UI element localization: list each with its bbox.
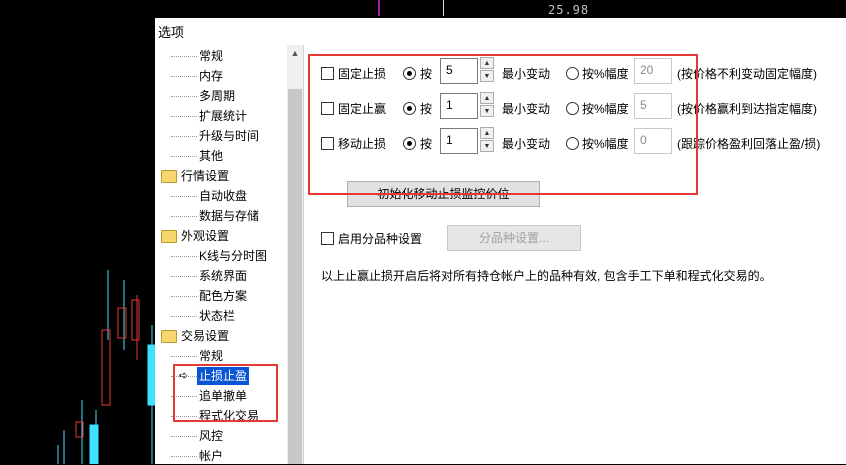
tree-item[interactable]: 自动收盘 xyxy=(157,187,285,205)
dialog-title: 选项 xyxy=(158,25,185,40)
stop-description: (按价格不利变动固定幅度) xyxy=(677,67,817,81)
price-label: 25.98 xyxy=(548,3,590,17)
tree-item[interactable]: 常规 xyxy=(157,47,285,65)
tree-item-label: K线与分时图 xyxy=(199,249,268,263)
tree-item-label: 常规 xyxy=(199,349,224,363)
tree-connector xyxy=(171,76,197,78)
tree-connector xyxy=(171,156,197,158)
candle-body xyxy=(117,307,127,339)
scroll-thumb[interactable] xyxy=(288,89,302,464)
tree-item[interactable]: 外观设置 xyxy=(157,227,285,245)
tree-connector xyxy=(171,296,197,298)
tree-item[interactable]: 交易设置 xyxy=(157,327,285,345)
candlestick-chart-background xyxy=(57,270,155,464)
candle-body xyxy=(101,329,111,406)
tree-item[interactable]: 扩展统计 xyxy=(157,107,285,125)
stop-description: (按价格赢利到达指定幅度) xyxy=(677,102,817,116)
tree-connector xyxy=(171,356,197,358)
dialog-titlebar: 选项 xyxy=(155,18,846,42)
tree-connector xyxy=(171,56,197,58)
tree-connector xyxy=(171,196,197,198)
tree-item[interactable]: 升级与时间 xyxy=(157,127,285,145)
tree-connector xyxy=(171,116,197,118)
tree-item-label: 行情设置 xyxy=(181,169,230,183)
chart-marker-line xyxy=(378,0,380,16)
tree-item[interactable]: 状态栏 xyxy=(157,307,285,325)
tree-item-label: 交易设置 xyxy=(181,329,230,343)
tree-connector xyxy=(171,216,197,218)
highlight-box-stop-settings xyxy=(308,54,698,195)
candle-body xyxy=(131,299,140,341)
tree-item[interactable]: 多周期 xyxy=(157,87,285,105)
folder-icon xyxy=(161,230,177,243)
tree-connector xyxy=(171,256,197,258)
tree-item-label: 扩展统计 xyxy=(199,109,248,123)
split-setting-label: 启用分品种设置 xyxy=(338,232,423,246)
highlight-box-tree-selection xyxy=(173,364,278,422)
folder-icon xyxy=(161,170,177,183)
tree-item-label: 状态栏 xyxy=(199,309,236,323)
tree-item[interactable]: 数据与存储 xyxy=(157,207,285,225)
split-setting-checkbox[interactable] xyxy=(321,232,334,245)
tree-connector xyxy=(171,276,197,278)
tree-item-label: 配色方案 xyxy=(199,289,248,303)
scroll-up-icon[interactable]: ▲ xyxy=(287,45,303,61)
tree-item-label: 其他 xyxy=(199,149,224,163)
tree-item-label: 升级与时间 xyxy=(199,129,260,143)
tree-item-label: 内存 xyxy=(199,69,224,83)
tree-item-label: 多周期 xyxy=(199,89,236,103)
candle-body xyxy=(89,424,99,464)
tree-item[interactable]: 行情设置 xyxy=(157,167,285,185)
tree-item[interactable]: 帐户 xyxy=(157,447,285,465)
tree-item[interactable]: 系统界面 xyxy=(157,267,285,285)
tree-item-label: 系统界面 xyxy=(199,269,248,283)
tree-item-label: 风控 xyxy=(199,429,224,443)
tree-item[interactable]: 风控 xyxy=(157,427,285,445)
tree-connector xyxy=(171,316,197,318)
tree-item[interactable]: 内存 xyxy=(157,67,285,85)
tree-connector xyxy=(171,96,197,98)
chart-marker-line xyxy=(443,0,444,16)
note-text: 以上止赢止损开启后将对所有持仓帐户上的品种有效, 包含手工下单和程式化交易的。 xyxy=(321,269,772,283)
tree-item-label: 数据与存储 xyxy=(199,209,260,223)
stop-description: (跟踪价格盈利回落止盈/损) xyxy=(677,137,821,151)
tree-item-label: 自动收盘 xyxy=(199,189,248,203)
tree-item-label: 常规 xyxy=(199,49,224,63)
tree-connector xyxy=(171,136,197,138)
folder-icon xyxy=(161,330,177,343)
tree-item-label: 帐户 xyxy=(199,449,224,463)
chart-top-bar: 25.98 xyxy=(155,0,846,18)
tree-item[interactable]: 常规 xyxy=(157,347,285,365)
tree-item[interactable]: 其他 xyxy=(157,147,285,165)
candle-body xyxy=(147,344,155,406)
tree-connector xyxy=(171,436,197,438)
tree-item[interactable]: K线与分时图 xyxy=(157,247,285,265)
split-setting-button[interactable]: 分品种设置... xyxy=(447,225,581,251)
tree-item-label: 外观设置 xyxy=(181,229,230,243)
tree-scrollbar[interactable]: ▲ xyxy=(287,45,303,464)
tree-connector xyxy=(171,456,197,458)
tree-item[interactable]: 配色方案 xyxy=(157,287,285,305)
